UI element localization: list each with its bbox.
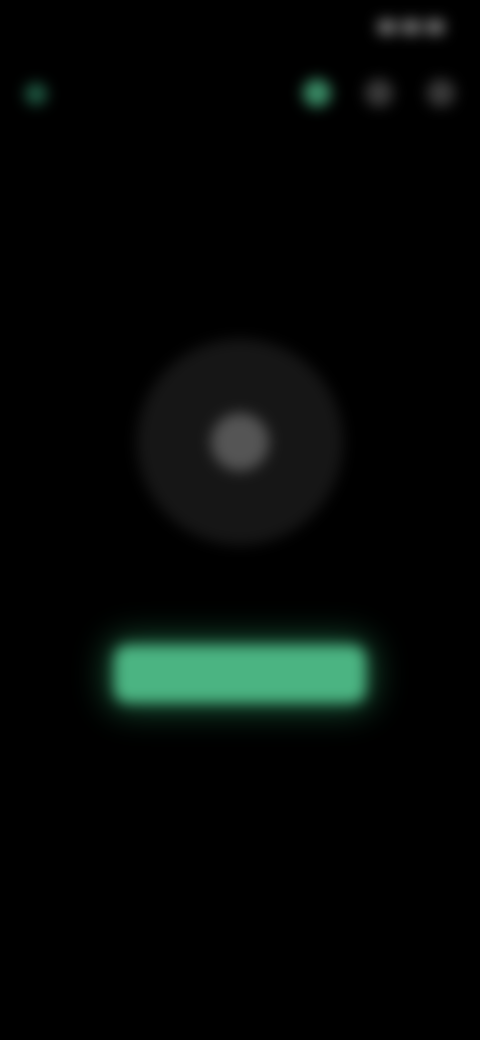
more-options-button[interactable] (420, 72, 462, 114)
back-arrow-icon (25, 83, 47, 105)
empty-state-illustration (137, 339, 343, 545)
battery-icon (426, 20, 444, 34)
status-bar-icons (374, 14, 444, 40)
signal-icon (378, 20, 396, 34)
search-button[interactable] (358, 72, 400, 114)
header-actions (296, 72, 462, 114)
back-button[interactable] (16, 74, 56, 114)
wifi-icon (402, 20, 420, 34)
empty-placeholder-icon (211, 413, 269, 471)
add-icon (303, 79, 331, 107)
add-button[interactable] (296, 72, 338, 114)
app-screen (0, 0, 480, 1040)
search-icon (365, 79, 393, 107)
status-bar-time (30, 14, 126, 40)
primary-action-button[interactable] (114, 645, 366, 703)
more-icon (427, 79, 455, 107)
